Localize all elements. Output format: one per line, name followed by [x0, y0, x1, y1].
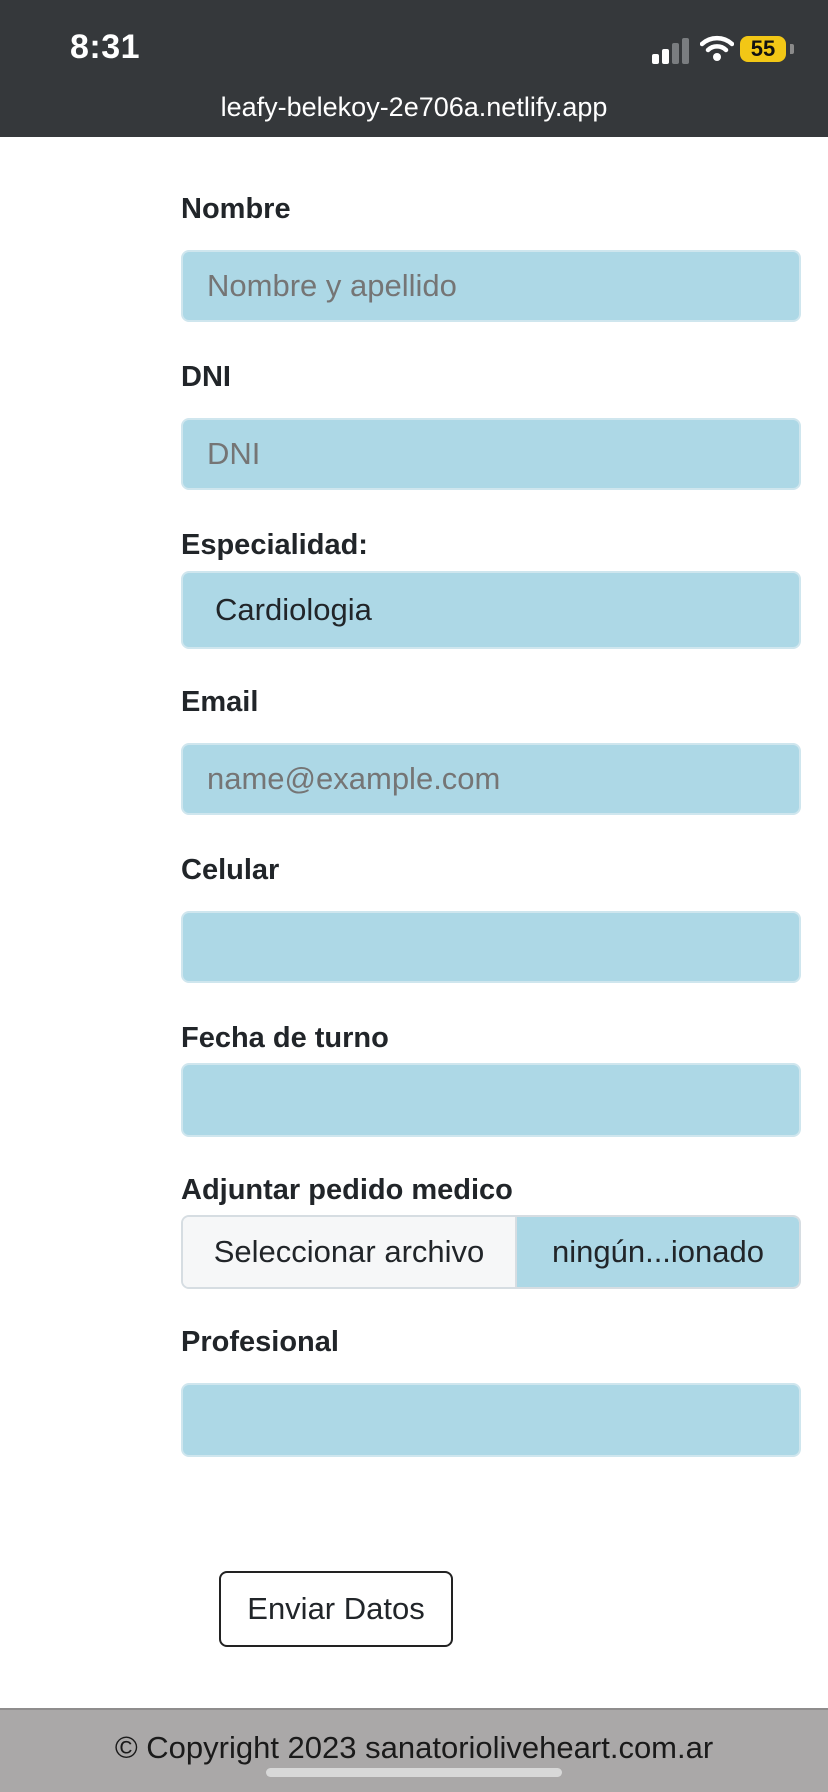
submit-button[interactable]: Enviar Datos	[219, 1571, 453, 1647]
celular-label: Celular	[181, 854, 280, 886]
address-bar-url[interactable]: leafy-belekoy-2e706a.netlify.app	[0, 92, 828, 123]
adjuntar-label: Adjuntar pedido medico	[181, 1174, 513, 1206]
file-status: ningún...ionado	[517, 1217, 799, 1287]
fecha-turno-label: Fecha de turno	[181, 1022, 389, 1054]
cellular-signal-icon	[652, 38, 689, 64]
email-label: Email	[181, 686, 259, 718]
battery-tip	[790, 44, 794, 54]
profesional-label: Profesional	[181, 1326, 339, 1358]
status-bar: 8:31 55 leafy-belekoy-2e706a.netlify.app	[0, 0, 828, 137]
copyright-text: © Copyright 2023 sanatorioliveheart.com.…	[114, 1730, 714, 1765]
select-file-button[interactable]: Seleccionar archivo	[183, 1217, 517, 1287]
wifi-icon	[700, 35, 734, 61]
nombre-label: Nombre	[181, 193, 291, 225]
email-input[interactable]	[181, 743, 801, 815]
dni-input[interactable]	[181, 418, 801, 490]
dni-label: DNI	[181, 361, 231, 393]
especialidad-select[interactable]: Cardiologia	[181, 571, 801, 649]
nombre-input[interactable]	[181, 250, 801, 322]
file-input[interactable]: Seleccionar archivo ningún...ionado	[181, 1215, 801, 1289]
status-time: 8:31	[70, 28, 141, 66]
profesional-input[interactable]	[181, 1383, 801, 1457]
home-indicator[interactable]	[266, 1768, 562, 1777]
fecha-turno-input[interactable]	[181, 1063, 801, 1137]
celular-input[interactable]	[181, 911, 801, 983]
especialidad-label: Especialidad:	[181, 529, 368, 561]
footer: © Copyright 2023 sanatorioliveheart.com.…	[0, 1708, 828, 1792]
battery-icon: 55	[740, 36, 786, 62]
